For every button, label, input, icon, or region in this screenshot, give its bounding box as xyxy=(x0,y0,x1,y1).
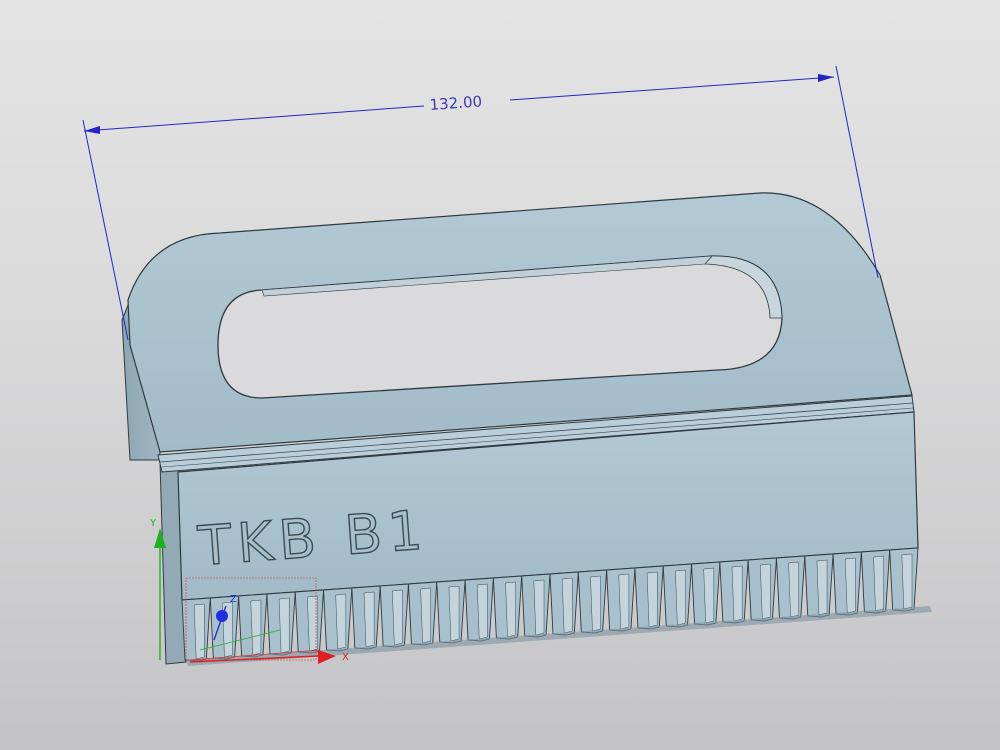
comb-tooth-bevel xyxy=(844,557,856,614)
comb-tooth-bevel xyxy=(760,563,771,620)
3d-model-viewport[interactable]: TKB B1 132.00 X Y Z xyxy=(0,0,1000,750)
axis-y-label: Y xyxy=(149,518,157,529)
comb-tooth-bevel xyxy=(250,599,262,656)
comb-tooth-bevel xyxy=(731,565,743,622)
dimension-line-right xyxy=(509,76,835,101)
comb-tooth-bevel xyxy=(392,589,403,646)
comb-tooth-bevel xyxy=(788,561,800,618)
comb-tooth-bevel xyxy=(675,569,686,626)
comb-tooth-bevel xyxy=(476,583,488,640)
comb-tooth-bevel xyxy=(193,603,205,660)
dimension-line-left xyxy=(83,105,425,132)
axis-x-label: X xyxy=(342,652,349,663)
arrowhead-right xyxy=(818,74,834,82)
comb-tooth-bevel xyxy=(816,559,828,616)
comb-tooth-bevel xyxy=(278,597,290,654)
arrowhead-left xyxy=(84,126,100,134)
comb-tooth-bevel xyxy=(533,579,545,636)
comb-tooth-bevel xyxy=(505,581,516,638)
scraper-part[interactable]: TKB B1 xyxy=(121,192,932,666)
extension-line-left xyxy=(82,119,129,341)
comb-tooth-bevel xyxy=(363,591,375,648)
axis-z-arrow-icon xyxy=(216,610,228,622)
comb-tooth-bevel xyxy=(561,577,573,634)
axis-z-label: Z xyxy=(230,594,237,605)
comb-tooth-bevel xyxy=(448,585,460,642)
comb-tooth-bevel xyxy=(420,587,432,644)
comb-tooth-bevel xyxy=(646,571,658,628)
comb-tooth-bevel xyxy=(901,553,913,610)
comb-tooth-bevel xyxy=(335,593,347,650)
comb-tooth-bevel xyxy=(873,555,884,612)
comb-tooth-bevel xyxy=(703,567,715,624)
comb-tooth-bevel xyxy=(590,575,601,632)
comb-tooth-bevel xyxy=(618,573,630,630)
dimension-value[interactable]: 132.00 xyxy=(429,92,483,114)
